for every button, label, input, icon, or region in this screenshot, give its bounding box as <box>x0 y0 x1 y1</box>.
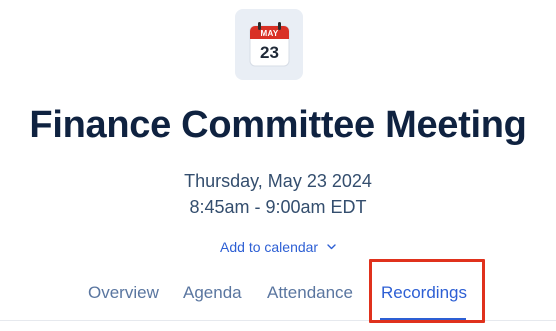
meeting-date: Thursday, May 23 2024 <box>184 171 372 191</box>
add-to-calendar-button[interactable]: Add to calendar <box>0 239 556 255</box>
tab-attendance[interactable]: Attendance <box>267 283 353 303</box>
active-tab-underline <box>380 318 466 320</box>
meeting-time: 8:45am - 9:00am EDT <box>189 197 367 217</box>
chevron-down-icon <box>327 244 336 250</box>
add-to-calendar-label: Add to calendar <box>220 239 319 255</box>
tab-agenda[interactable]: Agenda <box>183 283 242 303</box>
tab-recordings[interactable]: Recordings <box>381 283 467 303</box>
calendar-month: MAY <box>260 29 279 38</box>
tab-divider <box>0 320 556 321</box>
page-title: Finance Committee Meeting <box>29 104 527 146</box>
tab-overview[interactable]: Overview <box>88 283 159 303</box>
calendar-day: 23 <box>260 43 279 62</box>
